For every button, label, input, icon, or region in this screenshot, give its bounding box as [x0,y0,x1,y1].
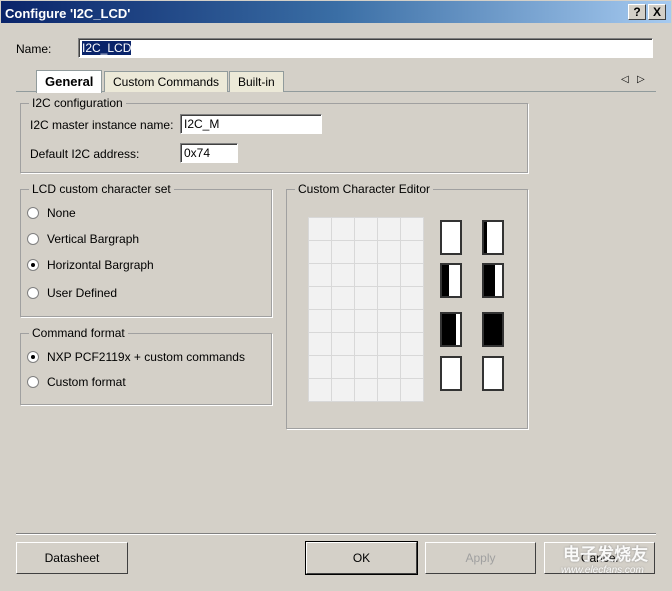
pixel-cell[interactable] [355,310,377,332]
tab-built-in[interactable]: Built-in [229,71,284,92]
name-label: Name: [16,42,52,56]
pixel-cell[interactable] [401,264,423,286]
character-preview[interactable] [482,356,504,391]
pixel-cell[interactable] [332,379,354,401]
character-preview[interactable] [440,220,462,255]
charset-title: LCD custom character set [29,182,174,196]
pixel-cell[interactable] [309,310,331,332]
pixel-cell[interactable] [332,218,354,240]
tab-scroll-left-icon[interactable]: ◁ [621,74,629,85]
pixel-cell[interactable] [378,356,400,378]
pixel-cell[interactable] [378,310,400,332]
pixel-cell[interactable] [378,379,400,401]
pixel-cell[interactable] [378,218,400,240]
pixel-cell[interactable] [332,356,354,378]
name-value: I2C_LCD [82,41,132,55]
tab-general[interactable]: General [36,70,103,93]
pixel-cell[interactable] [355,356,377,378]
radio-nxp[interactable]: NXP PCF2119x + custom commands [27,350,245,364]
pixel-cell[interactable] [401,218,423,240]
pixel-cell[interactable] [355,264,377,286]
pixel-cell[interactable] [309,218,331,240]
pixel-cell[interactable] [378,287,400,309]
i2c-config-title: I2C configuration [29,96,126,110]
pixel-grid[interactable] [308,217,424,402]
pixel-cell[interactable] [309,264,331,286]
pixel-cell[interactable] [309,356,331,378]
pixel-cell[interactable] [309,241,331,263]
pixel-cell[interactable] [401,310,423,332]
editor-title: Custom Character Editor [295,182,434,196]
radio-user-defined[interactable]: User Defined [27,286,117,300]
pixel-cell[interactable] [355,287,377,309]
character-preview[interactable] [482,312,504,347]
pixel-cell[interactable] [309,287,331,309]
pixel-cell[interactable] [309,333,331,355]
close-button[interactable]: X [648,4,666,20]
ok-button[interactable]: OK [305,541,418,575]
apply-button[interactable]: Apply [425,542,536,574]
watermark-logo: 电子发烧友 www.elecfans.com [561,545,648,576]
pixel-cell[interactable] [401,241,423,263]
radio-horizontal-bargraph[interactable]: Horizontal Bargraph [27,258,154,272]
master-input[interactable]: I2C_M [180,114,322,134]
pixel-cell[interactable] [355,218,377,240]
pixel-cell[interactable] [401,379,423,401]
help-button[interactable]: ? [628,4,646,20]
pixel-cell[interactable] [401,356,423,378]
name-input[interactable]: I2C_LCD [78,38,653,58]
character-preview[interactable] [482,263,504,298]
tab-scroll-right-icon[interactable]: ▷ [637,74,645,85]
pixel-cell[interactable] [378,333,400,355]
pixel-cell[interactable] [332,264,354,286]
window-title: Configure 'I2C_LCD' [5,6,131,21]
pixel-cell[interactable] [355,333,377,355]
radio-vertical-bargraph[interactable]: Vertical Bargraph [27,232,139,246]
pixel-cell[interactable] [355,241,377,263]
pixel-cell[interactable] [355,379,377,401]
tab-custom-commands[interactable]: Custom Commands [104,71,229,92]
radio-none[interactable]: None [27,206,76,220]
pixel-cell[interactable] [309,379,331,401]
pixel-cell[interactable] [401,287,423,309]
character-preview[interactable] [440,312,462,347]
command-format-group: Command format [20,326,272,405]
character-preview[interactable] [440,263,462,298]
address-label: Default I2C address: [30,147,140,161]
character-preview[interactable] [440,356,462,391]
pixel-cell[interactable] [378,264,400,286]
address-input[interactable]: 0x74 [180,143,238,163]
pixel-cell[interactable] [332,287,354,309]
character-preview[interactable] [482,220,504,255]
datasheet-button[interactable]: Datasheet [16,542,128,574]
pixel-cell[interactable] [401,333,423,355]
pixel-cell[interactable] [332,333,354,355]
radio-custom-format[interactable]: Custom format [27,375,126,389]
title-bar: Configure 'I2C_LCD' [0,0,672,24]
pixel-cell[interactable] [332,310,354,332]
pixel-cell[interactable] [378,241,400,263]
pixel-cell[interactable] [332,241,354,263]
master-label: I2C master instance name: [30,118,174,132]
command-format-title: Command format [29,326,128,340]
